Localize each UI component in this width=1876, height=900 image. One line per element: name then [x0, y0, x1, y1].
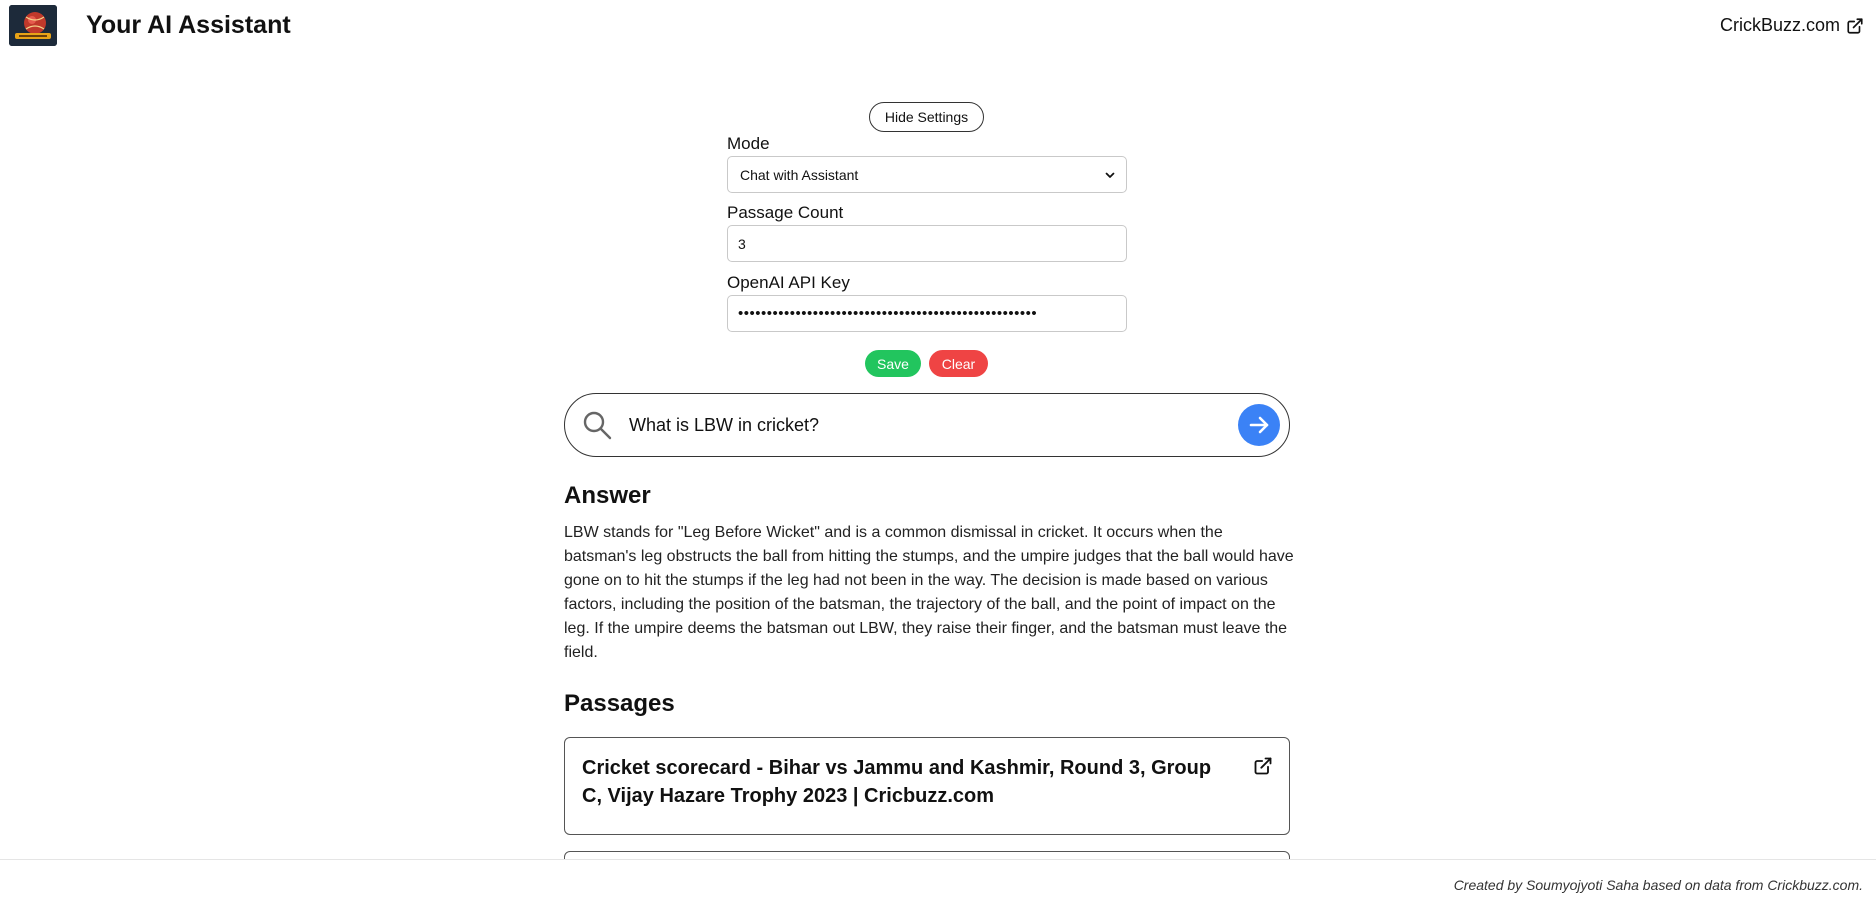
- mode-label: Mode: [727, 134, 770, 153]
- passage-count-label: Passage Count: [727, 203, 844, 222]
- mode-select[interactable]: Chat with Assistant: [727, 156, 1127, 193]
- save-button[interactable]: Save: [865, 350, 921, 377]
- chevron-down-icon: [1105, 172, 1115, 178]
- submit-button[interactable]: [1238, 404, 1280, 446]
- cricket-ball-logo-icon[interactable]: [9, 5, 57, 46]
- answer-heading: Answer: [564, 482, 651, 509]
- page: Your AI Assistant CrickBuzz.com Hide Set…: [0, 0, 1876, 900]
- passage-card[interactable]: Cricket scorecard - Bihar vs Jammu and K…: [564, 737, 1290, 835]
- external-link-icon[interactable]: [1253, 756, 1273, 776]
- search-icon: [583, 411, 612, 440]
- api-key-label: OpenAI API Key: [727, 273, 850, 292]
- app-title: Your AI Assistant: [86, 11, 291, 39]
- clear-button[interactable]: Clear: [929, 350, 988, 377]
- footer-credit: Created by Soumyojyoti Saha based on dat…: [1453, 877, 1863, 893]
- search-input[interactable]: [629, 406, 1189, 444]
- answer-text: LBW stands for "Leg Before Wicket" and i…: [564, 524, 1294, 661]
- crickbuzz-link-label: CrickBuzz.com: [1719, 15, 1840, 35]
- external-link-icon: [1847, 17, 1863, 34]
- arrow-right-icon: [1249, 416, 1269, 434]
- passage-count-input[interactable]: [727, 225, 1127, 262]
- search-bar: [564, 393, 1290, 457]
- hide-settings-button[interactable]: Hide Settings: [869, 102, 984, 132]
- api-key-input[interactable]: [727, 295, 1127, 332]
- app-header: Your AI Assistant CrickBuzz.com: [0, 0, 1876, 52]
- footer: Created by Soumyojyoti Saha based on dat…: [0, 859, 1876, 900]
- passages-heading: Passages: [564, 690, 675, 717]
- passage-title[interactable]: Cricket scorecard - Bihar vs Jammu and K…: [582, 754, 1232, 810]
- crickbuzz-link[interactable]: CrickBuzz.com: [1720, 15, 1864, 36]
- mode-select-value: Chat with Assistant: [740, 166, 859, 183]
